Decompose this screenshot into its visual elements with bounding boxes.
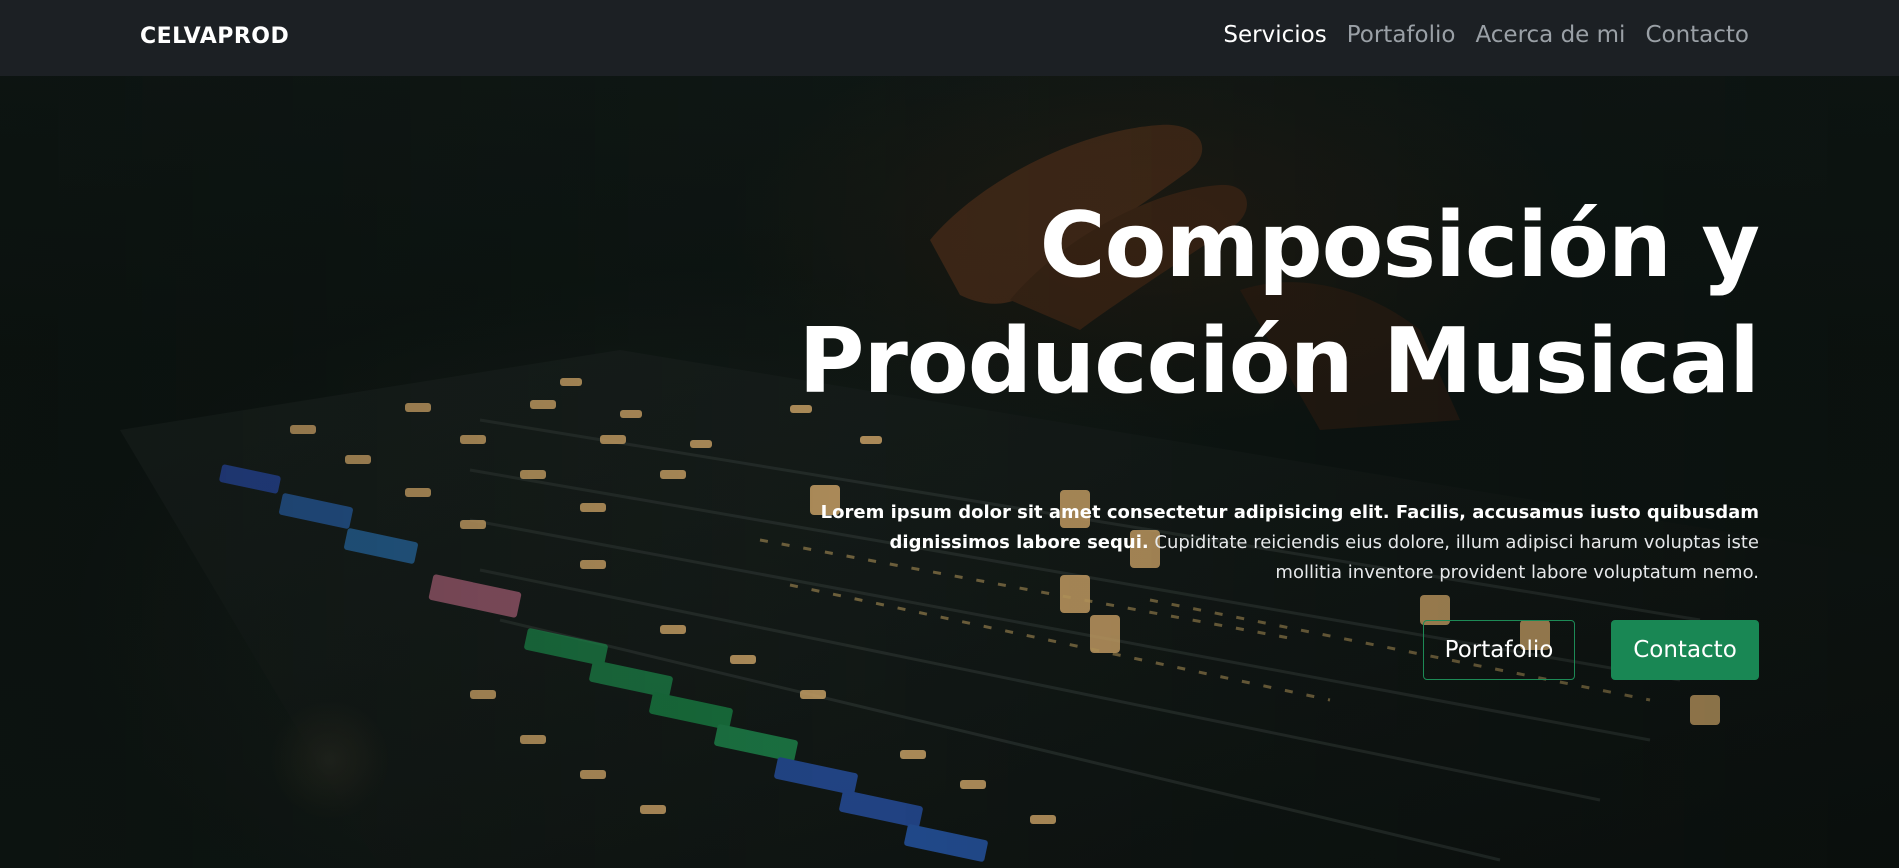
hero-title: Composición y Producción Musical <box>659 188 1760 420</box>
nav-link-portafolio[interactable]: Portafolio <box>1347 22 1456 48</box>
hero-description-rest: Cupiditate reiciendis eius dolore, illum… <box>1148 532 1759 583</box>
hero-buttons: Portafolio Contacto <box>659 620 1759 680</box>
nav-link-acerca-de-mi[interactable]: Acerca de mi <box>1475 22 1625 48</box>
landing-page: CELVAPROD Servicios Portafolio Acerca de… <box>0 0 1899 868</box>
hero-title-line-2: Producción Musical <box>798 309 1760 414</box>
contact-button[interactable]: Contacto <box>1611 620 1759 680</box>
nav-link-servicios[interactable]: Servicios <box>1223 22 1326 48</box>
hero-section: Composición y Producción Musical Lorem i… <box>659 188 1760 680</box>
nav-link-contacto[interactable]: Contacto <box>1645 22 1749 48</box>
top-navbar: CELVAPROD Servicios Portafolio Acerca de… <box>0 0 1899 76</box>
nav-links: Servicios Portafolio Acerca de mi Contac… <box>1223 22 1749 48</box>
portfolio-button[interactable]: Portafolio <box>1423 620 1575 680</box>
hero-title-line-1: Composición y <box>1039 193 1760 298</box>
brand-logo[interactable]: CELVAPROD <box>140 24 289 49</box>
hero-description: Lorem ipsum dolor sit amet consectetur a… <box>819 498 1759 588</box>
